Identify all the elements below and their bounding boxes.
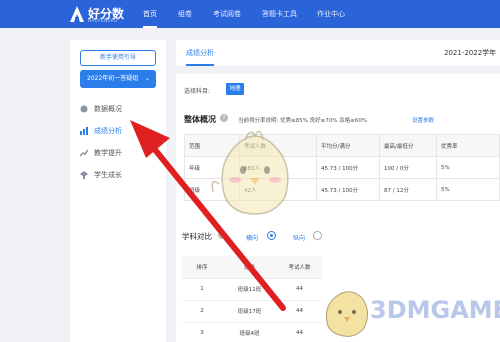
column-header: 班级 (222, 256, 277, 279)
table-cell: 1 (182, 278, 222, 301)
class-select[interactable]: 2022年初一答疑组 ⌄ (80, 70, 156, 88)
radio-horizontal-label[interactable]: 横向 (246, 233, 258, 242)
nav-home[interactable]: 首页 (143, 0, 157, 28)
column-header: 排序 (182, 256, 222, 279)
table-cell: 45.73 / 100分 (316, 156, 380, 179)
table-cell: 5% (436, 156, 500, 179)
table-cell: 100 / 0分 (379, 156, 437, 179)
table-cell: 班级4班 (222, 322, 277, 342)
watermark-text: 3DMGAME (370, 296, 500, 324)
radio-vertical-label[interactable]: 纵向 (293, 233, 305, 242)
subject-tag-geography[interactable]: 地理 (226, 83, 244, 95)
class-select-value: 2022年初一答疑组 (87, 75, 139, 82)
table-cell: 3 (182, 322, 222, 342)
nav-compose[interactable]: 组卷 (178, 0, 192, 28)
table-cell: 44 (277, 300, 322, 323)
sidebar-item-label: 成绩分析 (94, 127, 122, 135)
tab-score-analysis[interactable]: 成绩分析 (186, 40, 214, 66)
nav-homework[interactable]: 作业中心 (317, 0, 345, 28)
column-header: 平均分/满分 (316, 134, 380, 157)
data-icon (80, 105, 88, 113)
year-label: 2021-2022学年 (444, 49, 497, 57)
sidebar-item-label: 学生成长 (94, 171, 122, 179)
table-cell: 45.73 / 100分 (316, 178, 380, 201)
settings-link[interactable]: 设置参数 (412, 116, 434, 124)
sidebar-item-score-analysis[interactable]: 成绩分析 › (80, 124, 160, 138)
radio-vertical[interactable] (313, 231, 322, 240)
nav-exam-marking[interactable]: 考试阅卷 (213, 0, 241, 28)
table-row: 2 班级17班 44 (182, 300, 322, 323)
sidebar-item-overview[interactable]: 数据概况 (80, 102, 160, 116)
sidebar-item-teaching[interactable]: 教学提升 (79, 146, 160, 160)
guide-button[interactable]: 新手使用引导 (80, 50, 156, 66)
nav-answer-sheet[interactable]: 答题卡工具 (262, 0, 297, 28)
sidebar-item-label: 数据概况 (94, 105, 122, 113)
compare-title: 学科对比 (182, 232, 212, 241)
sidebar-item-label: 教学提升 (94, 149, 122, 157)
table-row: 1 班级11班 44 (182, 278, 322, 301)
table-cell: 44 (277, 278, 322, 301)
help-icon[interactable]: ? (220, 114, 228, 122)
table-row: 3 班级4班 44 (182, 322, 322, 342)
chart-icon (80, 127, 88, 135)
table-cell: 2 (182, 300, 222, 323)
column-header: 最高/最低分 (379, 134, 437, 157)
chevron-right-icon: › (147, 127, 150, 135)
logo-mark-icon (70, 6, 84, 22)
sidebar-item-student[interactable]: 学生成长 (80, 168, 160, 182)
tab-bar: 成绩分析 2021-2022学年 (176, 40, 500, 66)
help-icon[interactable]: ? (218, 231, 226, 239)
radio-horizontal[interactable] (267, 231, 276, 240)
table-cell: 班级17班 (222, 300, 277, 323)
mascot-watermark-icon (211, 130, 289, 215)
sidebar: 新手使用引导 2022年初一答疑组 ⌄ 数据概况 成绩分析 › 教学提升 学生成… (70, 40, 166, 342)
top-navbar: 好分数 HAOFENSHU 首页 组卷 考试阅卷 答题卡工具 作业中心 (0, 0, 500, 28)
table-cell: 班级11班 (222, 278, 277, 301)
subject-label: 选择科目: (184, 88, 211, 95)
column-header: 优秀率 (436, 134, 500, 157)
compare-table: 排序 班级 考试人数 1 班级11班 44 2 班级17班 44 3 班级4班 … (182, 256, 322, 342)
logo-subtext: HAOFENSHU (88, 18, 118, 23)
table-cell: 44 (277, 322, 322, 342)
table-header-row: 排序 班级 考试人数 (182, 256, 322, 279)
chick-watermark-icon (326, 291, 368, 337)
logo[interactable]: 好分数 HAOFENSHU (70, 5, 124, 23)
table-cell: 87 / 12分 (379, 178, 437, 201)
table-cell: 5% (436, 178, 500, 201)
growth-icon (79, 149, 89, 157)
watermark: 3DMGAME (318, 280, 500, 342)
chevron-down-icon: ⌄ (144, 75, 150, 82)
student-icon (80, 171, 88, 179)
column-header: 考试人数 (277, 256, 322, 279)
